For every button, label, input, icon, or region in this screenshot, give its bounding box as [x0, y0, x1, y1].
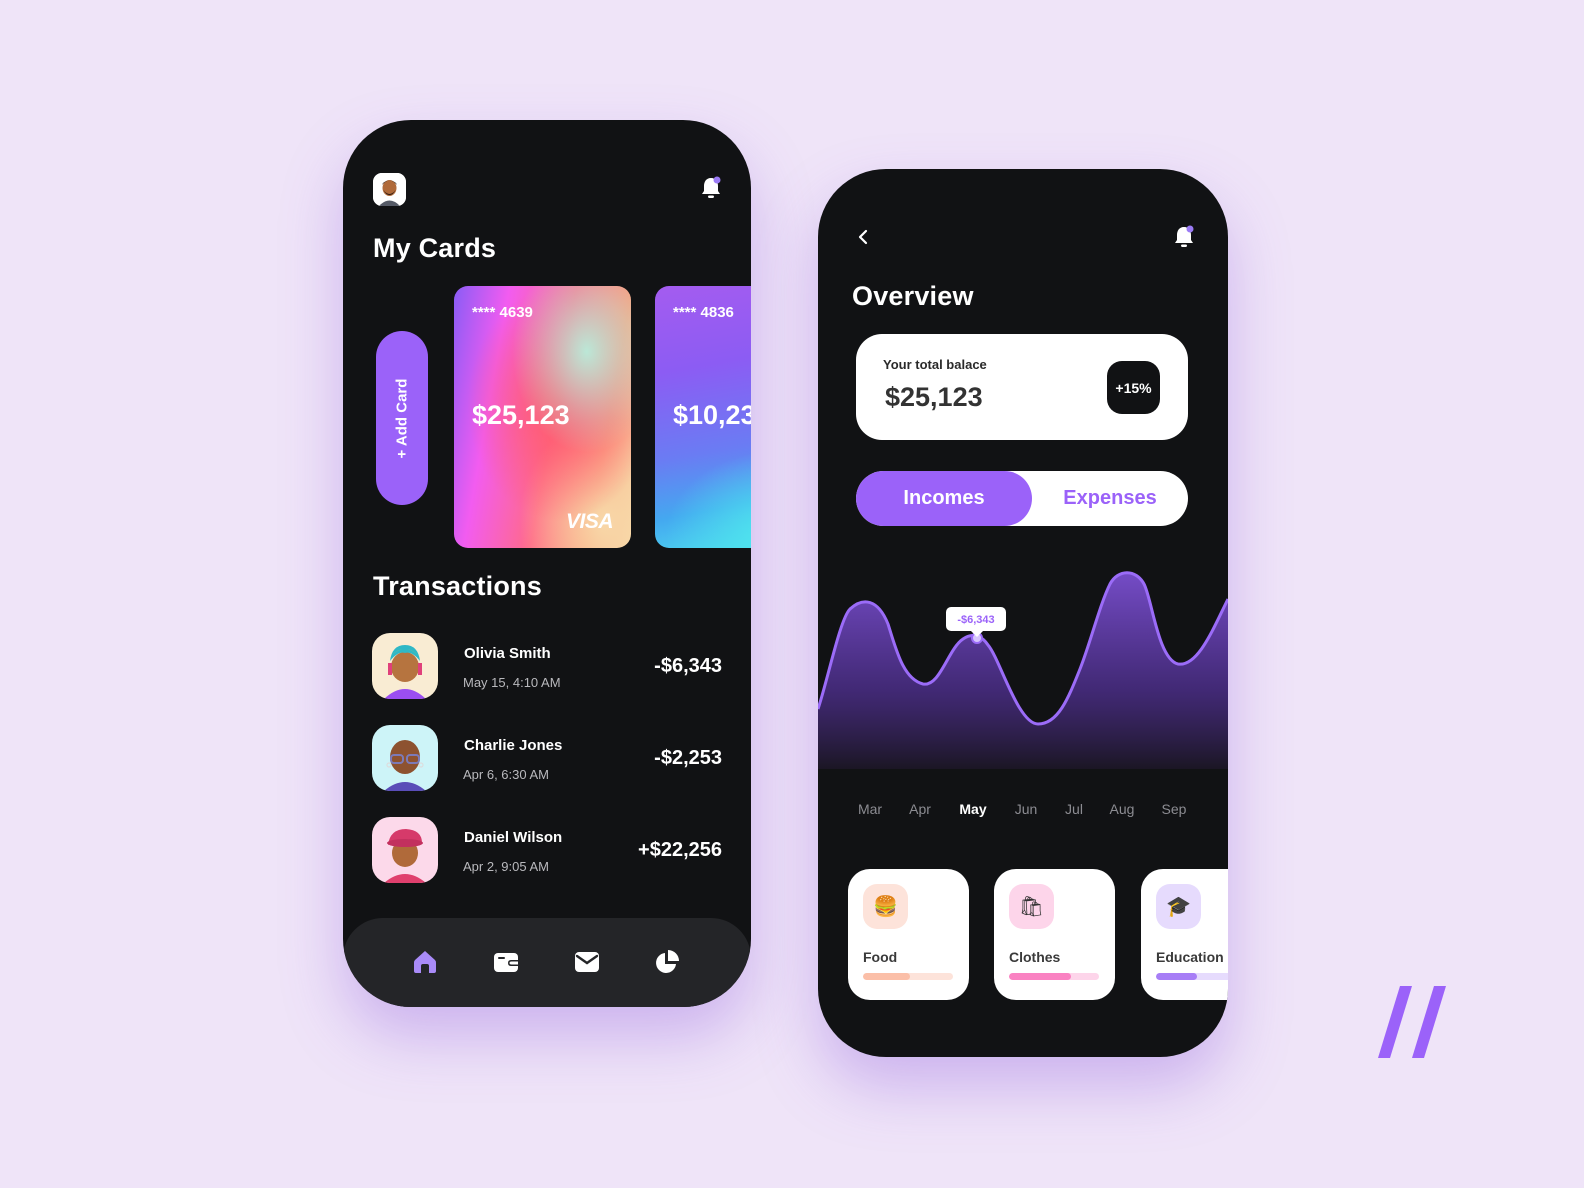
graduation-cap-icon: 🎓 [1156, 884, 1201, 929]
bell-icon[interactable] [700, 176, 722, 200]
tab-incomes[interactable]: Incomes [856, 471, 1032, 526]
income-expense-toggle: Incomes Expenses [856, 471, 1188, 526]
category-card-education[interactable]: 🎓 Education [1141, 869, 1228, 1000]
transaction-amount: +$22,256 [638, 839, 722, 861]
month-label[interactable]: Aug [1110, 801, 1135, 817]
wallet-icon[interactable] [493, 949, 519, 975]
card-balance: $10,23 [673, 400, 751, 430]
month-label[interactable]: Apr [909, 801, 931, 817]
transaction-name: Charlie Jones [464, 737, 563, 754]
transaction-date: May 15, 4:10 AM [463, 675, 561, 690]
page-title: Overview [852, 281, 974, 311]
transaction-row[interactable]: Olivia Smith May 15, 4:10 AM -$6,343 [372, 633, 722, 701]
pie-chart-icon[interactable] [654, 949, 680, 975]
transaction-row[interactable]: Charlie Jones Apr 6, 6:30 AM -$2,253 [372, 725, 722, 793]
mail-icon[interactable] [574, 949, 600, 975]
shopping-bags-icon: 🛍 [1009, 884, 1054, 929]
total-balance-card: Your total balace $25,123 +15% [856, 334, 1188, 440]
visa-logo: VISA [565, 510, 614, 533]
chart-area [818, 572, 1228, 769]
change-badge: +15% [1107, 361, 1160, 414]
transaction-row[interactable]: Daniel Wilson Apr 2, 9:05 AM +$22,256 [372, 817, 722, 885]
month-label[interactable]: Mar [858, 801, 882, 817]
month-label[interactable]: Jul [1065, 801, 1083, 817]
bell-icon[interactable] [1173, 225, 1195, 249]
user-avatar[interactable] [373, 173, 406, 206]
card-number: **** 4836 [673, 304, 734, 321]
category-card-clothes[interactable]: 🛍 Clothes [994, 869, 1115, 1000]
transaction-date: Apr 6, 6:30 AM [463, 767, 549, 782]
transaction-amount: -$6,343 [654, 655, 722, 677]
avatar [372, 633, 438, 699]
add-card-label: + Add Card [393, 378, 411, 458]
card-balance: $25,123 [472, 400, 570, 430]
transaction-name: Daniel Wilson [464, 829, 563, 846]
transactions-title: Transactions [373, 571, 542, 601]
category-progress [1156, 973, 1228, 980]
my-cards-screen: My Cards + Add Card **** 4639 $25,123 VI… [343, 120, 751, 1007]
category-card-food[interactable]: 🍔 Food [848, 869, 969, 1000]
category-label: Education [1156, 949, 1224, 965]
month-label[interactable]: Sep [1162, 801, 1187, 817]
tab-expenses[interactable]: Expenses [1032, 471, 1188, 526]
balance-label: Your total balace [883, 357, 987, 372]
bottom-nav [343, 918, 751, 1007]
avatar [372, 725, 438, 791]
home-icon[interactable] [412, 949, 438, 975]
transaction-amount: -$2,253 [654, 747, 722, 769]
burger-icon: 🍔 [863, 884, 908, 929]
chevron-left-icon[interactable] [856, 226, 870, 248]
balance-amount: $25,123 [885, 382, 983, 412]
credit-card[interactable]: **** 4639 $25,123 VISA [454, 286, 631, 548]
category-label: Food [863, 949, 898, 965]
month-label-active[interactable]: May [959, 801, 986, 817]
overview-screen: Overview Your total balace $25,123 +15% … [818, 169, 1228, 1057]
income-chart[interactable]: -$6,343 [818, 559, 1228, 789]
month-axis: Mar Apr May Jun Jul Aug Sep [818, 801, 1228, 821]
add-card-button[interactable]: + Add Card [376, 331, 428, 505]
category-progress [863, 973, 953, 980]
credit-card[interactable]: **** 4836 $10,23 [655, 286, 751, 548]
page-title: My Cards [373, 233, 497, 263]
card-number: **** 4639 [472, 304, 533, 321]
category-progress [1009, 973, 1099, 980]
transaction-name: Olivia Smith [464, 645, 551, 662]
tooltip-value: -$6,343 [957, 614, 994, 626]
category-label: Clothes [1009, 949, 1061, 965]
transaction-date: Apr 2, 9:05 AM [463, 859, 549, 874]
month-label[interactable]: Jun [1015, 801, 1038, 817]
avatar [372, 817, 438, 883]
chart-tooltip: -$6,343 [946, 607, 1006, 637]
brand-logo [1378, 986, 1446, 1058]
